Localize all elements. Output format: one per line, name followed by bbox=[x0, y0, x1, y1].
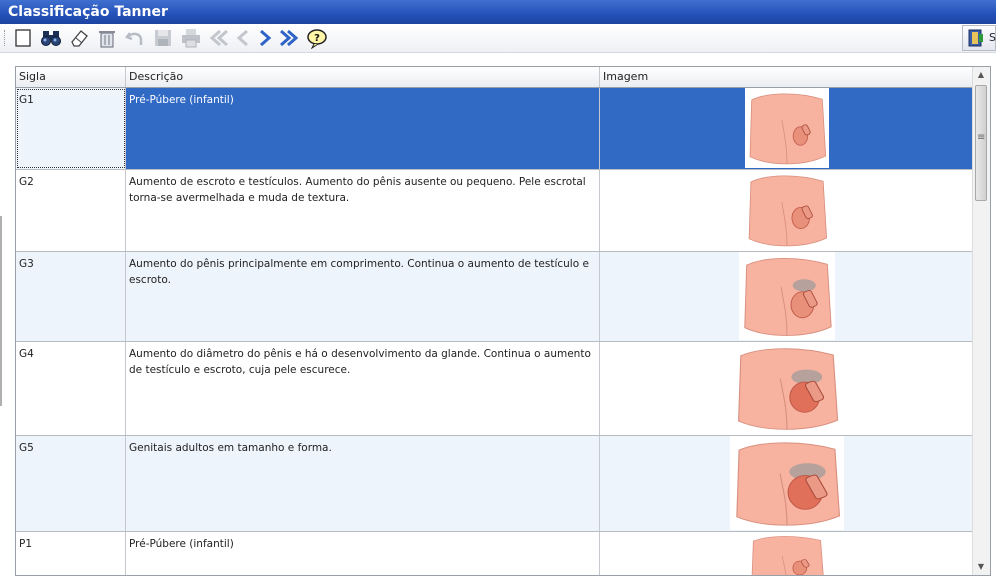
cell-sigla[interactable]: G4 bbox=[16, 342, 126, 435]
scroll-up-icon[interactable]: ▲ bbox=[973, 67, 989, 83]
cell-sigla[interactable]: G1 bbox=[16, 88, 126, 169]
table-row[interactable]: G2 Aumento de escroto e testículos. Aumen… bbox=[16, 170, 974, 252]
cell-descricao[interactable]: Genitais adultos em tamanho e forma. bbox=[126, 436, 600, 531]
cell-sigla[interactable]: G2 bbox=[16, 170, 126, 251]
cell-sigla[interactable]: G5 bbox=[16, 436, 126, 531]
delete-button[interactable] bbox=[96, 27, 118, 49]
exit-door-icon bbox=[968, 29, 983, 47]
vertical-scrollbar[interactable]: ▲ ▼ bbox=[972, 67, 990, 575]
scroll-down-icon[interactable]: ▼ bbox=[973, 559, 989, 575]
cell-imagem[interactable] bbox=[600, 436, 974, 531]
cell-imagem[interactable] bbox=[600, 342, 974, 435]
grid-header: Sigla Descrição Imagem bbox=[16, 67, 974, 88]
tanner-stage-image bbox=[746, 532, 827, 575]
cell-imagem[interactable] bbox=[600, 252, 974, 341]
next-record-icon bbox=[260, 29, 272, 47]
table-row[interactable]: G3 Aumento do pênis principalmente em com… bbox=[16, 252, 974, 342]
new-document-icon bbox=[15, 29, 31, 47]
binoculars-icon bbox=[41, 31, 61, 46]
cell-descricao[interactable]: Aumento do diâmetro do pênis e há o dese… bbox=[126, 342, 600, 435]
new-button[interactable] bbox=[12, 27, 34, 49]
search-button[interactable] bbox=[40, 27, 62, 49]
tanner-stage-image bbox=[731, 342, 842, 434]
toolbar-grip bbox=[4, 30, 7, 46]
column-header-descricao[interactable]: Descrição bbox=[126, 67, 600, 87]
tanner-grid: Sigla Descrição Imagem G1 Pré-Púbere (inf… bbox=[15, 66, 991, 576]
help-icon: ? bbox=[307, 29, 327, 49]
tanner-stage-image bbox=[743, 170, 830, 250]
trash-icon bbox=[99, 31, 115, 48]
cell-descricao[interactable]: Pré-Púbere (infantil) bbox=[126, 88, 600, 169]
toolbar: ? S bbox=[0, 24, 996, 53]
cell-imagem[interactable] bbox=[600, 532, 974, 575]
help-button[interactable]: ? bbox=[306, 27, 328, 49]
exit-button[interactable]: S bbox=[962, 25, 996, 51]
tanner-stage-image bbox=[738, 252, 835, 340]
table-row[interactable]: P1 Pré-Púbere (infantil) bbox=[16, 532, 974, 575]
last-record-icon bbox=[280, 29, 299, 47]
window-title: Classificação Tanner bbox=[0, 0, 996, 24]
cell-descricao[interactable]: Pré-Púbere (infantil) bbox=[126, 532, 600, 575]
cell-imagem[interactable] bbox=[600, 170, 974, 251]
last-record-button[interactable] bbox=[278, 27, 300, 49]
print-button[interactable] bbox=[180, 27, 202, 49]
table-row[interactable]: G4 Aumento do diâmetro do pênis e há o de… bbox=[16, 342, 974, 436]
next-record-button[interactable] bbox=[254, 27, 276, 49]
previous-record-icon bbox=[236, 29, 248, 47]
column-header-sigla[interactable]: Sigla bbox=[16, 67, 126, 87]
table-row[interactable]: G5 Genitais adultos em tamanho e forma. bbox=[16, 436, 974, 532]
table-row[interactable]: G1 Pré-Púbere (infantil) bbox=[16, 88, 974, 170]
undo-button[interactable] bbox=[124, 27, 146, 49]
print-icon bbox=[182, 29, 200, 48]
previous-record-button[interactable] bbox=[232, 27, 254, 49]
first-record-button[interactable] bbox=[208, 27, 230, 49]
first-record-icon bbox=[209, 29, 228, 47]
tanner-stage-image bbox=[744, 88, 829, 168]
cell-sigla[interactable]: P1 bbox=[16, 532, 126, 575]
undo-icon bbox=[125, 32, 143, 45]
svg-text:?: ? bbox=[314, 33, 320, 44]
splitter-edge bbox=[0, 216, 2, 406]
column-header-imagem[interactable]: Imagem bbox=[600, 67, 974, 87]
save-icon bbox=[155, 30, 171, 46]
clear-button[interactable] bbox=[68, 27, 90, 49]
eraser-icon bbox=[71, 30, 88, 47]
exit-button-label: S bbox=[989, 31, 996, 44]
cell-descricao[interactable]: Aumento de escroto e testículos. Aumento… bbox=[126, 170, 600, 251]
cell-descricao[interactable]: Aumento do pênis principalmente em compr… bbox=[126, 252, 600, 341]
save-button[interactable] bbox=[152, 27, 174, 49]
tanner-stage-image bbox=[729, 436, 844, 530]
cell-sigla[interactable]: G3 bbox=[16, 252, 126, 341]
scrollbar-thumb[interactable] bbox=[975, 85, 987, 201]
cell-imagem[interactable] bbox=[600, 88, 974, 169]
